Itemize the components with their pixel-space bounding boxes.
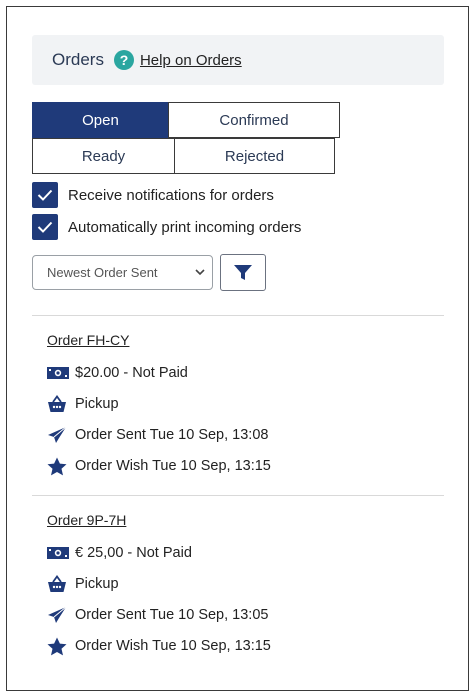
order-method-text: Pickup [75,396,119,412]
chevron-down-icon [195,269,205,276]
paper-plane-icon [48,426,67,443]
funnel-icon [234,264,252,280]
sort-select-value: Newest Order Sent [47,265,158,280]
autoprint-option: Automatically print incoming orders [32,214,301,240]
orders-header: Orders ? Help on Orders [32,35,444,85]
order-card: Order 9P-7H € 25,00 - Not Paid Pickup Or… [47,512,427,662]
tab-ready[interactable]: Ready [32,138,175,174]
autoprint-checkbox[interactable] [32,214,58,240]
order-method: Pickup [47,573,119,595]
filter-button[interactable] [220,254,266,291]
tab-confirmed[interactable]: Confirmed [168,102,340,138]
autoprint-label: Automatically print incoming orders [68,218,302,236]
divider [32,315,444,316]
order-wish: Order Wish Tue 10 Sep, 13:15 [47,635,271,657]
order-payment-text: $20.00 - Not Paid [75,365,188,381]
order-method-text: Pickup [75,576,119,592]
checkmark-icon [37,221,53,233]
basket-icon [48,575,66,592]
order-wish-text: Order Wish Tue 10 Sep, 13:15 [75,638,271,654]
order-id-link[interactable]: Order 9P-7H [47,512,126,532]
notifications-checkbox[interactable] [32,182,58,208]
money-icon [47,547,69,559]
order-sent-text: Order Sent Tue 10 Sep, 13:05 [75,607,269,623]
order-payment: € 25,00 - Not Paid [47,542,192,564]
order-sent: Order Sent Tue 10 Sep, 13:08 [47,424,268,446]
sort-select[interactable]: Newest Order Sent [32,255,213,290]
page-title: Orders [52,50,104,69]
orders-panel: Orders ? Help on Orders Open Confirmed R… [6,6,469,691]
star-icon [47,457,67,475]
order-sent-text: Order Sent Tue 10 Sep, 13:08 [75,427,269,443]
star-icon [47,637,67,655]
basket-icon [48,395,66,412]
order-sent: Order Sent Tue 10 Sep, 13:05 [47,604,268,626]
help-on-orders-link[interactable]: Help on Orders [140,52,242,69]
order-payment-text: € 25,00 - Not Paid [75,545,192,561]
money-icon [47,367,69,379]
order-payment: $20.00 - Not Paid [47,362,188,384]
help-icon[interactable]: ? [113,50,134,70]
tab-open[interactable]: Open [32,102,169,138]
checkmark-icon [37,189,53,201]
notifications-label: Receive notifications for orders [68,186,274,204]
order-id-link[interactable]: Order FH-CY [47,332,129,352]
order-method: Pickup [47,393,119,415]
paper-plane-icon [48,606,67,623]
tab-rejected[interactable]: Rejected [174,138,335,174]
divider [32,495,444,496]
order-card: Order FH-CY $20.00 - Not Paid Pickup Ord… [47,332,427,482]
notifications-option: Receive notifications for orders [32,182,274,208]
order-wish-text: Order Wish Tue 10 Sep, 13:15 [75,458,271,474]
order-wish: Order Wish Tue 10 Sep, 13:15 [47,455,271,477]
